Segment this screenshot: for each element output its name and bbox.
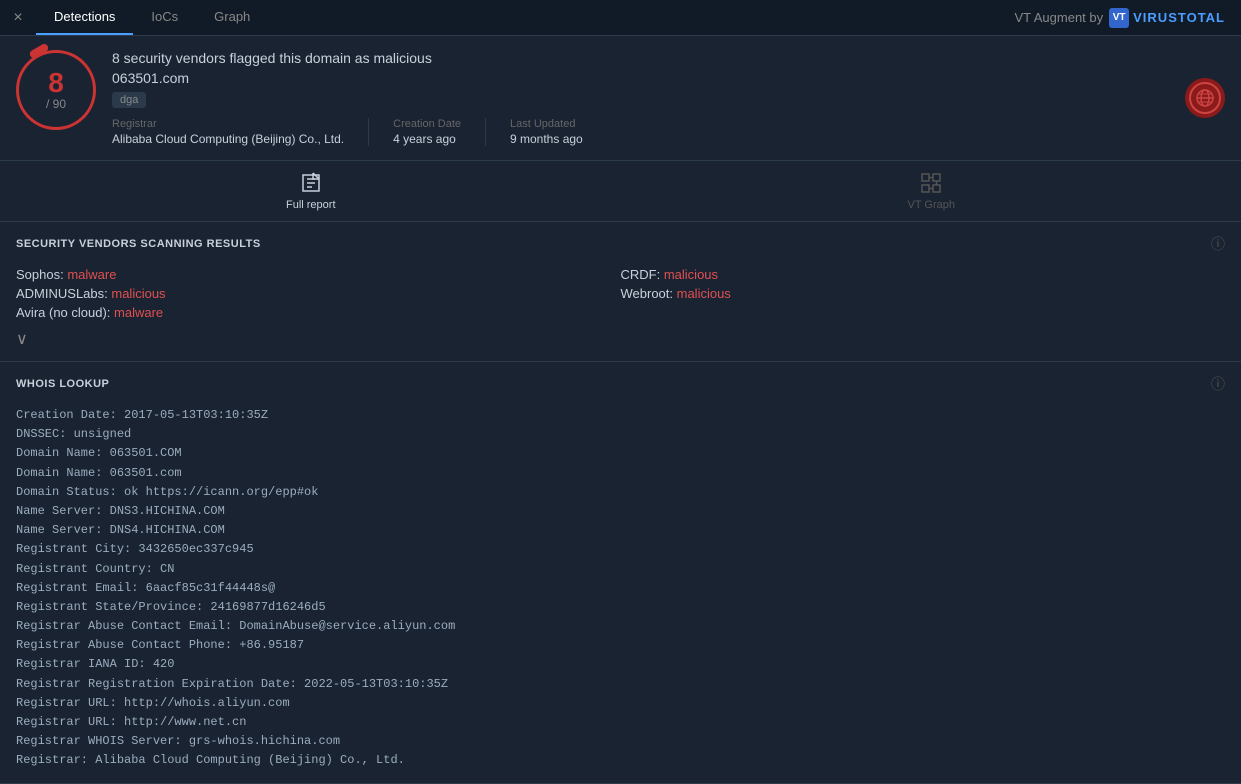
scan-result-adminuslabs: ADMINUSLabs: malicious (16, 285, 621, 302)
score-number: 8 (48, 69, 64, 97)
full-report-label: Full report (286, 199, 336, 211)
score-decoration (28, 43, 49, 60)
creation-value: 4 years ago (393, 132, 461, 146)
info-details: 8 security vendors flagged this domain a… (112, 50, 1169, 146)
tab-graph[interactable]: Graph (196, 0, 268, 35)
alert-text: 8 security vendors flagged this domain a… (112, 50, 1169, 66)
augment-area: VT Augment by VT VIRUSTOTAL (1014, 8, 1241, 28)
whois-section-header: WHOIS LOOKUP ⓘ (16, 374, 1225, 394)
registrar-value: Alibaba Cloud Computing (Beijing) Co., L… (112, 132, 344, 146)
whois-section: WHOIS LOOKUP ⓘ Creation Date: 2017-05-13… (0, 362, 1241, 784)
vt-graph-action[interactable]: VT Graph (908, 171, 956, 211)
vt-graph-label: VT Graph (908, 199, 956, 211)
expand-button[interactable]: ∨ (16, 329, 28, 349)
meta-row: Registrar Alibaba Cloud Computing (Beiji… (112, 118, 1169, 146)
score-circle: 8 / 90 (16, 50, 96, 130)
full-report-icon (299, 171, 323, 195)
updated-value: 9 months ago (510, 132, 583, 146)
updated-label: Last Updated (510, 118, 583, 130)
domain-name: 063501.com (112, 70, 1169, 86)
vt-graph-icon (919, 171, 943, 195)
close-button[interactable]: × (0, 0, 36, 36)
augment-label: VT Augment by (1014, 10, 1103, 25)
domain-icon-inner (1189, 82, 1221, 114)
score-total: / 90 (46, 97, 66, 111)
action-bar: Full report VT Graph (0, 161, 1241, 222)
whois-content: Creation Date: 2017-05-13T03:10:35Z DNSS… (16, 406, 1225, 771)
info-bar: 8 / 90 8 security vendors flagged this d… (0, 36, 1241, 161)
header-tabs: Detections IoCs Graph (36, 0, 268, 35)
graph-icon-svg (919, 171, 943, 195)
scan-results-grid: Sophos: malware CRDF: malicious ADMINUSL… (16, 266, 1225, 321)
globe-icon (1195, 88, 1215, 108)
domain-icon (1185, 78, 1225, 118)
registrar-item: Registrar Alibaba Cloud Computing (Beiji… (112, 118, 369, 146)
scan-result-avira: Avira (no cloud): malware (16, 304, 621, 321)
registrar-label: Registrar (112, 118, 344, 130)
creation-date-item: Creation Date 4 years ago (393, 118, 486, 146)
full-report-action[interactable]: Full report (286, 171, 336, 211)
report-icon-svg (299, 171, 323, 195)
close-icon: × (13, 9, 23, 27)
domain-tag: dga (112, 92, 146, 108)
updated-item: Last Updated 9 months ago (510, 118, 607, 146)
vt-brand-text: VIRUSTOTAL (1133, 10, 1225, 25)
security-info-icon[interactable]: ⓘ (1211, 234, 1225, 254)
scan-result-sophos: Sophos: malware (16, 266, 621, 283)
tab-detections[interactable]: Detections (36, 0, 133, 35)
whois-info-icon[interactable]: ⓘ (1211, 374, 1225, 394)
whois-title: WHOIS LOOKUP (16, 378, 109, 390)
security-title: SECURITY VENDORS SCANNING RESULTS (16, 238, 261, 250)
header: × Detections IoCs Graph VT Augment by VT… (0, 0, 1241, 36)
security-section: SECURITY VENDORS SCANNING RESULTS ⓘ Soph… (0, 222, 1241, 362)
vt-icon: VT (1109, 8, 1129, 28)
tab-iocs[interactable]: IoCs (133, 0, 196, 35)
scan-result-crdf: CRDF: malicious (621, 266, 1226, 283)
scan-result-webroot: Webroot: malicious (621, 285, 1226, 302)
security-section-header: SECURITY VENDORS SCANNING RESULTS ⓘ (16, 234, 1225, 254)
vt-logo: VT VIRUSTOTAL (1109, 8, 1225, 28)
creation-label: Creation Date (393, 118, 461, 130)
